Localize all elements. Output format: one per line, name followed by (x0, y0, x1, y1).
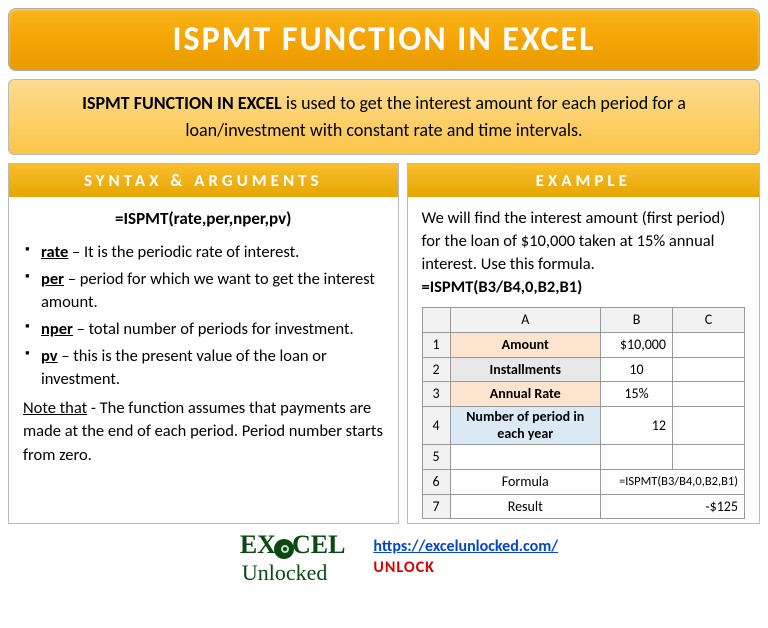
col-header (422, 308, 450, 333)
example-panel: EXAMPLE We will find the interest amount… (407, 163, 761, 524)
cell: Installments (450, 357, 601, 382)
cell: Formula (450, 469, 601, 494)
arg-item: nper – total number of periods for inves… (23, 318, 384, 341)
arg-name: nper (41, 319, 73, 339)
cell: 10 (601, 357, 673, 382)
table-row: 5 (422, 445, 745, 470)
footer-links: https://excelunlocked.com/ UNLOCK (373, 537, 558, 579)
example-desc: We will find the interest amount (first … (422, 208, 726, 274)
arg-name: pv (41, 346, 58, 366)
row-number: 6 (422, 469, 450, 494)
cell: Annual Rate (450, 382, 601, 407)
site-link[interactable]: https://excelunlocked.com/ (373, 537, 558, 556)
row-number: 7 (422, 494, 450, 519)
cell: Amount (450, 332, 601, 357)
note-lead: Note that (23, 398, 87, 418)
syntax-formula: =ISPMT(rate,per,nper,pv) (23, 207, 384, 231)
arg-item: pv – this is the present value of the lo… (23, 345, 384, 391)
cell (673, 382, 745, 407)
example-formula: =ISPMT(B3/B4,0,B2,B1) (422, 277, 583, 297)
table-row: 4Number of period in each year12 (422, 406, 745, 445)
cell: 12 (601, 406, 673, 445)
cell: $10,000 (601, 332, 673, 357)
arg-name: rate (41, 242, 68, 262)
cell (450, 445, 601, 470)
page-title: ISPMT FUNCTION IN EXCEL (8, 8, 760, 71)
example-header: EXAMPLE (408, 164, 760, 197)
table-row: 2Installments10 (422, 357, 745, 382)
table-row: 6Formula=ISPMT(B3/B4,0,B2,B1) (422, 469, 745, 494)
arg-desc: – It is the periodic rate of interest. (68, 242, 299, 262)
col-header: B (601, 308, 673, 333)
description-lead: ISPMT FUNCTION IN EXCEL (82, 92, 282, 114)
cell (601, 445, 673, 470)
syntax-header: SYNTAX & ARGUMENTS (9, 164, 398, 197)
arg-desc: – period for which we want to get the in… (41, 269, 375, 312)
spreadsheet-table: A B C 1Amount$10,0002Installments103Annu… (422, 307, 746, 519)
arg-desc: – total number of periods for investment… (73, 319, 354, 339)
syntax-note: Note that - The function assumes that pa… (23, 397, 384, 466)
key-icon (274, 539, 294, 559)
cell (673, 332, 745, 357)
logo: EXCEL Unlocked (240, 530, 346, 586)
arg-item: rate – It is the periodic rate of intere… (23, 241, 384, 264)
cell: Result (450, 494, 601, 519)
table-row: 3Annual Rate15% (422, 382, 745, 407)
logo-subtitle: Unlocked (242, 560, 346, 586)
table-header-row: A B C (422, 308, 745, 333)
cell (673, 445, 745, 470)
row-number: 3 (422, 382, 450, 407)
arg-name: per (41, 269, 64, 289)
cell: =ISPMT(B3/B4,0,B2,B1) (601, 469, 745, 494)
description-banner: ISPMT FUNCTION IN EXCEL is used to get t… (8, 79, 760, 155)
table-row: 1Amount$10,000 (422, 332, 745, 357)
cell (673, 357, 745, 382)
unlock-tag: UNLOCK (373, 558, 435, 577)
row-number: 2 (422, 357, 450, 382)
argument-list: rate – It is the periodic rate of intere… (23, 241, 384, 392)
cell: 15% (601, 382, 673, 407)
row-number: 5 (422, 445, 450, 470)
table-row: 7Result-$125 (422, 494, 745, 519)
arg-item: per – period for which we want to get th… (23, 268, 384, 314)
row-number: 4 (422, 406, 450, 445)
arg-desc: – this is the present value of the loan … (41, 346, 327, 389)
example-text: We will find the interest amount (first … (422, 207, 746, 299)
cell: -$125 (601, 494, 745, 519)
footer: EXCEL Unlocked https://excelunlocked.com… (8, 530, 760, 586)
cell: Number of period in each year (450, 406, 601, 445)
syntax-panel: SYNTAX & ARGUMENTS =ISPMT(rate,per,nper,… (8, 163, 399, 524)
cell (673, 406, 745, 445)
col-header: C (673, 308, 745, 333)
col-header: A (450, 308, 601, 333)
row-number: 1 (422, 332, 450, 357)
